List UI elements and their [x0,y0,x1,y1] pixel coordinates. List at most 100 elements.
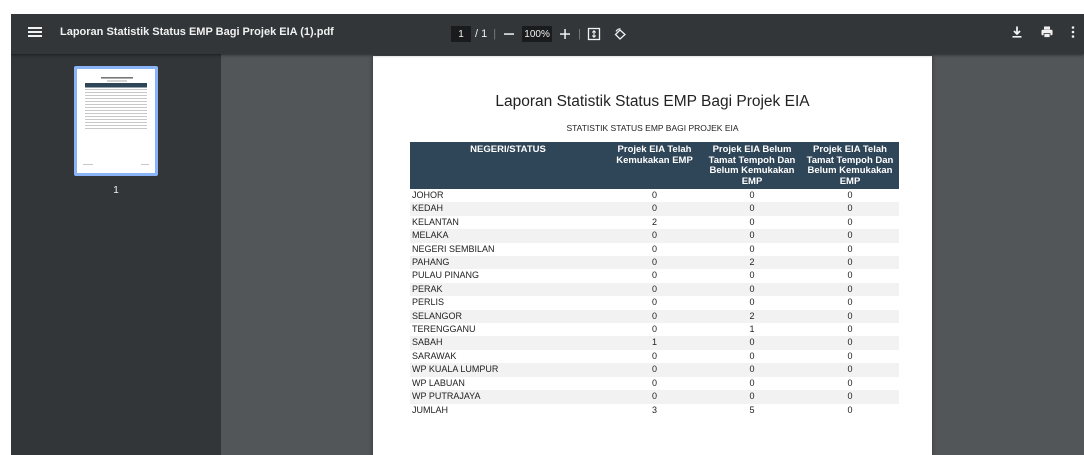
value-cell: 0 [749,297,755,308]
value-cell: 0 [847,270,853,281]
value-cell: 0 [651,270,657,281]
value-cell: 0 [847,216,853,227]
value-cell: 0 [801,202,899,216]
table-row: WP LABUAN 0 0 0 [410,377,899,390]
value-cell: 1 [749,324,755,335]
state-name-cell: KELANTAN [412,216,459,227]
pdf-page: Laporan Statistik Status EMP Bagi Projek… [373,56,932,455]
download-icon[interactable] [1010,25,1024,39]
value-cell: 0 [749,243,755,254]
value-cell: 0 [606,229,703,243]
rotate-icon[interactable] [613,27,628,42]
table-row: SABAH 1 0 0 [410,336,899,350]
value-cell: 0 [703,202,801,216]
thumbnail-page-number: 1 [113,185,119,196]
table-row: PAHANG 0 2 0 [410,256,899,270]
column-header: Projek EIA Belum Tamat Tempoh Dan Belum … [703,142,801,189]
value-cell: 0 [801,282,899,297]
state-name-cell: NEGERI SEMBILAN [412,243,495,254]
value-cell: 0 [651,377,657,388]
value-cell: 0 [847,297,853,308]
value-cell: 5 [749,404,755,415]
state-name-cell: MELAKA [410,229,606,243]
minus-icon[interactable] [502,27,516,41]
value-cell: 0 [703,229,801,243]
value-cell: 2 [703,309,801,324]
plus-icon[interactable] [558,27,572,41]
table-row: MELAKA 0 0 0 [410,229,899,243]
table-row: SARAWAK 0 0 0 [410,350,899,363]
value-cell: 3 [651,404,657,415]
page-total: / 1 [475,28,488,40]
table-row: JOHOR 0 0 0 [410,189,899,202]
value-cell: 0 [801,336,899,350]
state-name-cell: SARAWAK [412,350,457,361]
value-cell: 0 [651,243,657,254]
fit-to-page-icon[interactable] [587,27,601,41]
state-name-cell: WP KUALA LUMPUR [410,363,606,377]
value-cell: 0 [847,404,853,415]
value-cell: 0 [749,190,755,200]
column-header: NEGERI/STATUS [410,142,606,189]
state-name-cell: SABAH [410,336,606,350]
toolbar-divider: | [493,28,497,40]
value-cell: 0 [606,363,703,377]
state-name-cell: JUMLAH [412,404,449,415]
value-cell: 0 [606,390,703,404]
table-row: PULAU PINANG 0 0 0 [410,269,899,282]
print-icon[interactable] [1040,25,1054,39]
value-cell: 0 [703,363,801,377]
value-cell: 0 [749,350,755,361]
state-name-cell: TERENGGANU [412,324,476,335]
more-vert-icon[interactable] [1070,25,1076,39]
value-cell: 0 [606,202,703,216]
page-number-input[interactable] [451,26,471,42]
value-cell: 0 [847,377,853,388]
value-cell: 0 [651,190,657,200]
menu-icon[interactable] [28,26,42,42]
value-cell: 0 [651,350,657,361]
value-cell: 0 [606,309,703,324]
state-name-cell: PERLIS [412,297,445,308]
value-cell: 0 [606,282,703,297]
toolbar-divider: | [578,28,581,40]
table-row: KEDAH 0 0 0 [410,202,899,216]
page-thumbnail[interactable] [74,66,158,176]
state-name-cell: PULAU PINANG [412,270,480,281]
thumbnail-sidebar: 1 [11,54,221,455]
table-row: TERENGGANU 0 1 0 [410,323,899,336]
value-cell: 0 [847,190,853,200]
value-cell: 0 [651,324,657,335]
value-cell: 0 [801,256,899,270]
value-cell: 0 [801,229,899,243]
state-name-cell: WP LABUAN [412,377,465,388]
value-cell: 2 [651,216,657,227]
table-row: PERAK 0 0 0 [410,282,899,297]
pdf-viewer: Laporan Statistik Status EMP Bagi Projek… [11,14,1084,455]
value-cell: 0 [703,390,801,404]
state-name-cell: JOHOR [412,190,444,200]
value-cell: 0 [703,282,801,297]
value-cell: 0 [749,377,755,388]
table-row: PERLIS 0 0 0 [410,296,899,309]
viewer-toolbar: Laporan Statistik Status EMP Bagi Projek… [11,14,1084,54]
report-title: Laporan Statistik Status EMP Bagi Projek… [495,93,810,110]
value-cell: 0 [606,256,703,270]
value-cell: 0 [847,350,853,361]
value-cell: 0 [801,390,899,404]
value-cell: 0 [847,243,853,254]
table-row: WP KUALA LUMPUR 0 0 0 [410,363,899,377]
state-name-cell: SELANGOR [410,309,606,324]
table-row: KELANTAN 2 0 0 [410,216,899,229]
thumbnail-preview [77,69,155,173]
table-row: SELANGOR 0 2 0 [410,309,899,324]
zoom-input[interactable] [522,26,553,42]
document-filename: Laporan Statistik Status EMP Bagi Projek… [60,26,334,38]
table-row: WP PUTRAJAYA 0 0 0 [410,390,899,404]
report-subtitle: STATISTIK STATUS EMP BAGI PROJEK EIA [566,123,739,133]
value-cell: 1 [606,336,703,350]
state-name-cell: KEDAH [410,202,606,216]
statistics-table: NEGERI/STATUS Projek EIA Telah Kemukakan… [410,142,899,417]
table-body: JOHOR 0 0 0 KEDAH 0 0 0 KELANTAN 2 0 0 MELAKA 0 0 0 NEGE… [410,189,899,417]
table-row: NEGERI SEMBILAN 0 0 0 [410,243,899,256]
